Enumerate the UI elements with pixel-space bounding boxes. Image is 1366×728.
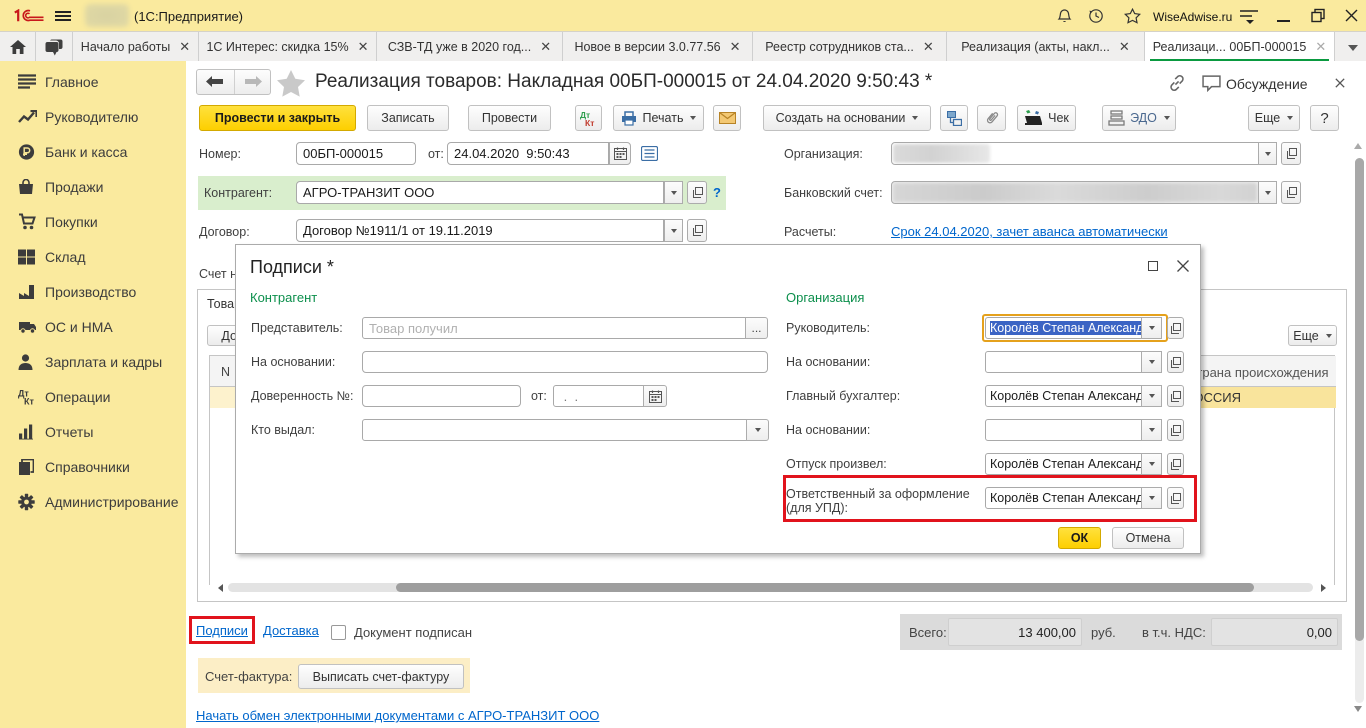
- svg-text:Кт: Кт: [24, 396, 34, 405]
- svg-text:Кт: Кт: [585, 118, 594, 127]
